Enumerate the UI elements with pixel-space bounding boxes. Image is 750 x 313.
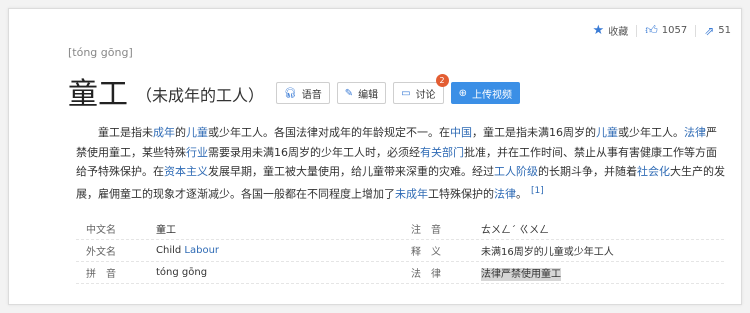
info-row: 拼 音 tóng gōng 法 律 法律严禁使用童工: [76, 262, 724, 284]
summary-paragraph: 童工是指未成年的儿童或少年工人。各国法律对成年的年龄规定不一。在中国，童工是指未…: [76, 123, 726, 204]
info-row: 中文名 童工 注 音 ㄊㄨㄥˊ ㄍㄨㄥ: [76, 218, 724, 240]
favorite-button[interactable]: ★ 收藏: [593, 23, 629, 38]
link-ertong-2[interactable]: 儿童: [596, 126, 618, 139]
voice-label: 语音: [301, 89, 322, 101]
page-subtitle: （未成年的工人）: [136, 86, 265, 105]
edit-button[interactable]: ✎ 编辑: [336, 82, 387, 104]
link-falv[interactable]: 法律: [684, 126, 706, 139]
link-zhongguo[interactable]: 中国: [450, 126, 472, 139]
text: 。: [516, 187, 527, 201]
star-icon: ★: [592, 23, 605, 38]
text: 的长期斗争，并随着: [538, 165, 637, 178]
info-value: ㄊㄨㄥˊ ㄍㄨㄥ: [481, 225, 550, 236]
link-zibenzhuyi[interactable]: 资本主义: [164, 165, 208, 178]
info-value: 法律严禁使用童工: [481, 265, 711, 281]
divider: [695, 24, 697, 37]
link-youguanbumen[interactable]: 有关部门: [420, 146, 464, 159]
upload-video-button[interactable]: ⊕ 上传视频: [450, 82, 520, 104]
link-shehuihua[interactable]: 社会化: [637, 165, 670, 178]
voice-button[interactable]: 🎧︎ 语音: [276, 82, 330, 104]
discuss-button[interactable]: ▭ 讨论 2: [393, 74, 449, 104]
text: 工特殊保护的: [428, 187, 494, 201]
info-label: 拼 音: [86, 269, 116, 280]
link-labour[interactable]: Labour: [184, 245, 219, 256]
comment-icon: ▭: [401, 87, 411, 99]
info-row: 外文名 Child Labour 释 义 未满16周岁的儿童或少年工人: [76, 240, 724, 262]
divider: [636, 24, 638, 37]
highlighted-text: 法律严禁使用童工: [481, 268, 561, 281]
link-ertong[interactable]: 儿童: [186, 126, 208, 139]
headphones-icon: 🎧︎: [284, 87, 297, 99]
info-label: 外文名: [86, 247, 116, 258]
info-label: 法 律: [411, 269, 441, 280]
info-value: 未满16周岁的儿童或少年工人: [481, 247, 614, 258]
info-value: tóng gōng: [156, 267, 208, 278]
info-value: 童工: [156, 225, 176, 236]
link-chengnian[interactable]: 成年: [153, 126, 175, 139]
pencil-icon: ✎: [344, 87, 354, 99]
info-label: 中文名: [86, 225, 116, 236]
pinyin-label: [tóng gōng]: [68, 46, 133, 59]
reference-marker[interactable]: [1]: [531, 186, 544, 196]
text: ，童工是指未满16周岁的: [472, 126, 596, 139]
upload-video-label: 上传视频: [471, 89, 512, 101]
link-falv-2[interactable]: 法律: [494, 187, 516, 200]
plus-circle-icon: ⊕: [458, 87, 467, 99]
text: 或少年工人。: [618, 126, 684, 139]
action-bar: ★ 收藏 👍︎ 1057 ⇗ 51: [593, 23, 731, 38]
info-value-text: Child: [156, 245, 185, 256]
share-button[interactable]: ⇗ 51: [704, 24, 731, 38]
text: 或少年工人。各国法律对成年的年龄规定不一。在: [208, 126, 450, 139]
edit-label: 编辑: [358, 89, 379, 101]
link-weichengnian[interactable]: 未成年: [395, 187, 428, 200]
text: 发展早期，童工被大量使用，给儿童带来深重的灾难。经过: [208, 165, 494, 178]
text: 的: [175, 126, 186, 139]
baike-card: ★ 收藏 👍︎ 1057 ⇗ 51 [tóng gōng] 童工 （未成年的工人…: [8, 8, 742, 305]
text: 需要录用未满16周岁的少年工人时，必须经: [208, 145, 420, 159]
like-count: 1057: [661, 25, 688, 36]
share-icon: ⇗: [704, 23, 715, 38]
favorite-label: 收藏: [608, 27, 629, 38]
info-label: 释 义: [411, 247, 441, 258]
info-value: Child Labour: [156, 245, 401, 256]
page-title: 童工: [68, 77, 128, 112]
title-row: 童工 （未成年的工人） 🎧︎ 语音 ✎ 编辑 ▭ 讨论 2 ⊕ 上传视频: [68, 69, 527, 113]
text: 童工是指未: [98, 126, 153, 139]
title-buttons: 🎧︎ 语音 ✎ 编辑 ▭ 讨论 2 ⊕ 上传视频: [276, 74, 527, 104]
thumbs-up-icon: 👍︎: [645, 23, 658, 37]
like-button[interactable]: 👍︎ 1057: [645, 23, 687, 38]
link-gongrenjieji[interactable]: 工人阶级: [494, 165, 538, 178]
info-box: 中文名 童工 注 音 ㄊㄨㄥˊ ㄍㄨㄥ 外文名 Child Labour 释 义…: [76, 218, 724, 284]
share-count: 51: [718, 25, 731, 36]
discuss-label: 讨论: [415, 89, 436, 101]
discuss-badge: 2: [435, 74, 449, 87]
link-hangye[interactable]: 行业: [186, 146, 208, 159]
info-label: 注 音: [411, 225, 441, 236]
